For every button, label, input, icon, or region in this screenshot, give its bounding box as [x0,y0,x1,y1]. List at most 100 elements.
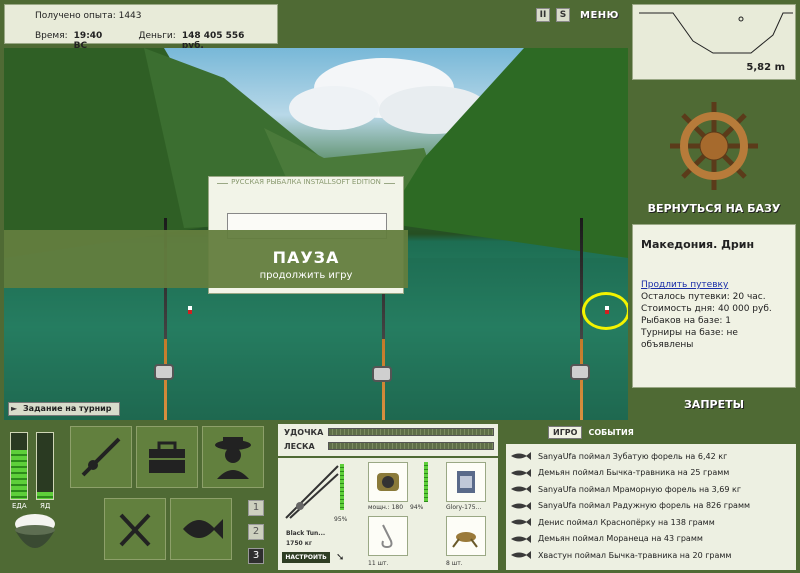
event-text: Демьян поймал Бычка-травника на 25 грамм [538,468,730,478]
fish-icon [511,452,531,461]
event-text: SanyaUfa поймал Мраморную форель на 3,69… [538,484,742,494]
food-pot-icon[interactable] [10,508,60,562]
event-text: Хвастун поймал Бычка-травника на 20 грам… [538,550,732,560]
bait-count: 8 шт. [446,560,463,567]
hook-count: 11 шт. [368,560,389,567]
location-title: Македония. Дрин [641,238,755,251]
continue-label: продолжить игру [259,270,353,281]
rod-wear-bar [340,464,344,510]
grasshopper-icon [452,532,478,548]
menu-button[interactable]: МЕНЮ [580,10,619,21]
rod-label: УДОЧКА [284,428,324,437]
tackle-status: УДОЧКА ЛЕСКА [278,424,498,456]
rod-percent: 95% [334,516,348,523]
return-to-base-button[interactable]: ВЕРНУТЬСЯ НА БАЗУ [632,202,796,215]
tackle-box-icon [149,441,185,473]
reel-left [154,364,174,380]
line-item-label: Glory-175... [446,504,482,511]
pause-button[interactable]: II [536,8,550,22]
events-tabs: ИГРО СОБЫТИЯ [548,426,638,439]
tab-events[interactable]: СОБЫТИЯ [584,427,637,438]
slot-1-button[interactable]: 1 [248,500,264,516]
info-line: Осталось путевки: 20 час. [641,292,766,302]
food-meter-fill [11,449,27,499]
line-spool-icon [457,471,475,493]
tab-game[interactable]: ИГРО [548,426,583,439]
event-item: Денис поймал Краснопёрку на 138 грамм [510,514,792,531]
arrow-icon[interactable]: ➘ [336,552,344,563]
bans-button[interactable]: ЗАПРЕТЫ [632,398,796,411]
info-line: Стоимость дня: 40 000 руб. [641,304,772,314]
event-item: SanyaUfa поймал Зубатую форель на 6,42 к… [510,448,792,465]
event-text: Демьян поймал Моранеца на 43 грамм [538,534,703,544]
food-meter [10,432,28,500]
fish-icon [511,485,531,494]
fish-icon [511,518,531,527]
fish-icon [183,519,223,539]
float-left [188,306,192,314]
tournament-task-button[interactable]: Задание на турнир [8,402,120,416]
fishing-rod-right[interactable] [580,218,583,420]
event-item: SanyaUfa поймал Мраморную форель на 3,69… [510,481,792,498]
setup-button[interactable]: НАСТРОИТЬ [282,552,330,563]
experience-label: Получено опыта: 1443 [35,11,142,21]
top-controls: II S МЕНЮ [536,8,619,22]
continue-game-button[interactable]: ПАУЗА продолжить игру [208,248,404,281]
pause-dialog-title: РУССКАЯ РЫБАЛКА INSTALLSOFT EDITION [217,178,395,192]
fish-icon [511,501,531,510]
fish-icon [511,468,531,477]
fork-knife-icon [119,513,151,547]
slot-2-button[interactable]: 2 [248,524,264,540]
reel-right [570,364,590,380]
base-info-panel: Македония. Дрин Продлить путевку Осталос… [632,224,796,388]
line-slot[interactable] [446,462,486,502]
reel-slot[interactable] [368,462,408,502]
hook-slot[interactable] [368,516,408,556]
info-line: Рыбаков на базе: 1 [641,316,731,326]
fish-catch-tile[interactable] [170,498,232,560]
rods-tile[interactable] [70,426,132,488]
reel-wear-bar [424,462,428,502]
pause-label: ПАУЗА [272,248,340,267]
line-label: ЛЕСКА [284,442,315,451]
bait-slot[interactable] [446,516,486,556]
line-tension-bar [328,442,494,450]
reel-percent: 94% [410,504,424,511]
float-highlight-circle [582,292,628,330]
slot-3-button[interactable]: 3 [248,548,264,564]
rod-tools-icon [81,437,121,477]
poison-meter-fill [37,492,53,499]
event-text: SanyaUfa поймал Зубатую форель на 6,42 к… [538,451,728,461]
rod-icon [285,465,339,519]
extend-permit-link[interactable]: Продлить путевку [641,279,787,291]
rod-weight: 1750 кг [286,540,312,547]
rod-slot[interactable]: 95% Black Tun... 1750 кг [282,462,348,552]
event-item: Демьян поймал Моранеца на 43 грамм [510,531,792,548]
event-item: Хвастун поймал Бычка-травника на 20 грам… [510,547,792,564]
reel-middle [372,366,392,382]
fish-icon [511,534,531,543]
event-item: SanyaUfa поймал Радужную форель на 826 г… [510,498,792,515]
status-meters: ЕДА ЯД [8,432,62,510]
tackle-box-tile[interactable] [136,426,198,488]
depth-value: 5,82 m [746,62,785,73]
reel-power: мощн.: 180 [368,504,404,511]
events-list: SanyaUfa поймал Зубатую форель на 6,42 к… [506,444,796,570]
hook-icon [381,524,393,549]
event-item: Демьян поймал Бычка-травника на 25 грамм [510,465,792,482]
rod-name: Black Tun... [286,530,326,537]
ship-wheel-icon[interactable] [632,84,796,214]
fish-icon [511,551,531,560]
reel-icon [377,473,399,491]
rod-tension-bar [328,428,494,436]
food-tile[interactable] [104,498,166,560]
depth-map[interactable]: 5,82 m [632,4,796,80]
info-line: Турниры на базе: не объявлены [641,328,738,350]
sound-button[interactable]: S [556,8,570,22]
player-stats-panel: Получено опыта: 1443 Время: 19:40 ВС Ден… [4,4,278,51]
poison-meter [36,432,54,500]
event-text: Денис поймал Краснопёрку на 138 грамм [538,517,715,527]
fisherman-icon [215,437,251,479]
fisherman-tile[interactable] [202,426,264,488]
tackle-panel: 95% Black Tun... 1750 кг НАСТРОИТЬ ➘ мощ… [278,458,498,570]
